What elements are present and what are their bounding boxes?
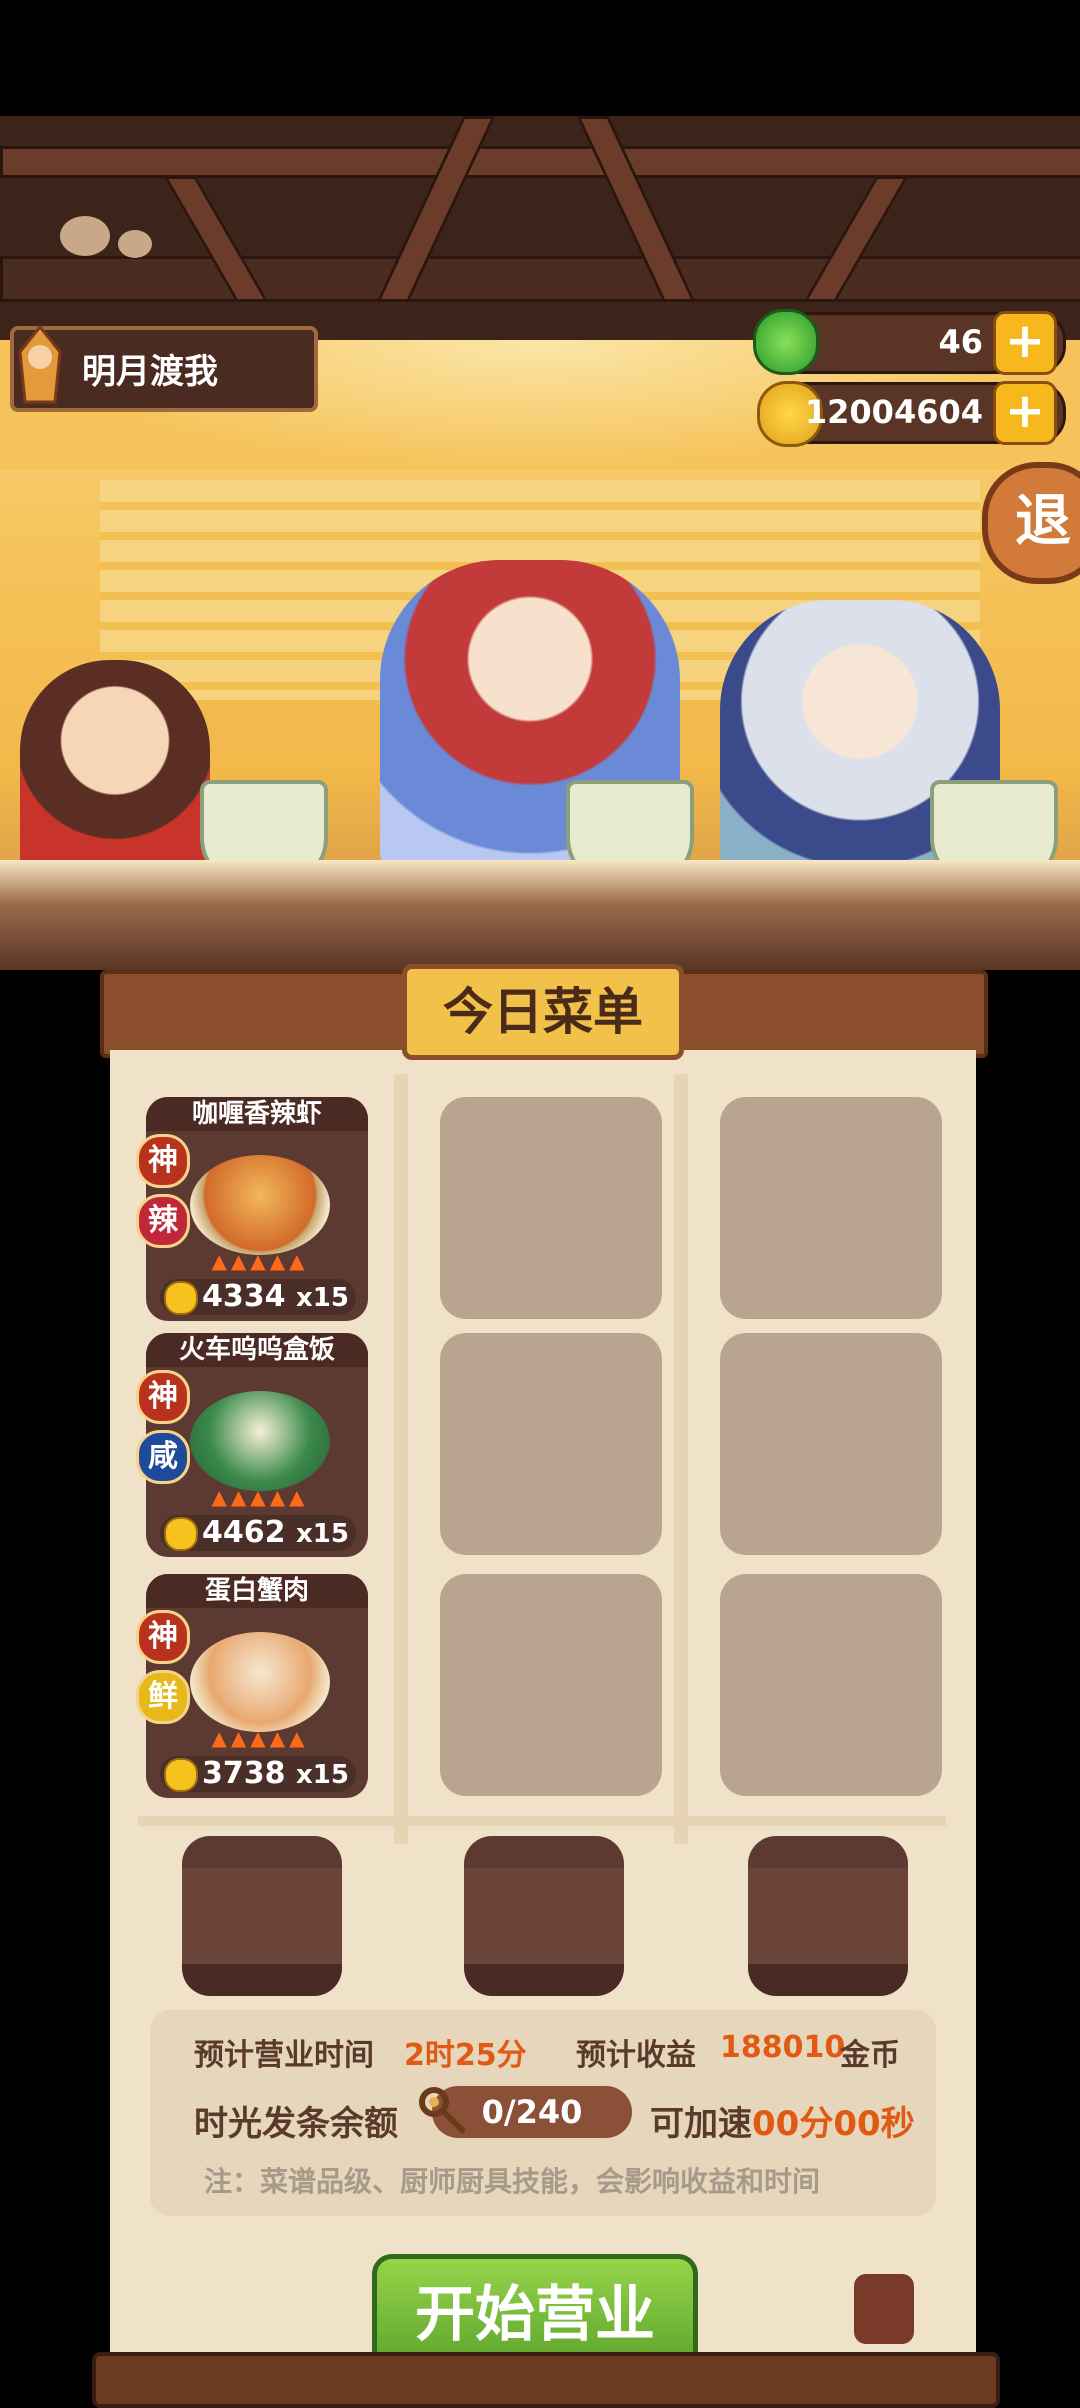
empty-dish-slot[interactable] xyxy=(720,1097,942,1319)
income-unit: 金币 xyxy=(840,2038,900,2073)
grade-badge: 神 xyxy=(136,1134,190,1188)
add-jade-button[interactable]: + xyxy=(993,311,1057,375)
dish-price: 4334 xyxy=(202,1279,286,1314)
note-text: 注：菜谱品级、厨师厨具技能，会影响收益和时间 xyxy=(204,2165,821,2198)
voucher-label: 时光发条余额 xyxy=(194,2104,398,2144)
dish-price: 4462 xyxy=(202,1515,286,1550)
jade-count: 46 xyxy=(938,323,983,361)
coin-icon xyxy=(164,1516,198,1551)
grade-badge: 神 xyxy=(136,1370,190,1424)
exit-button[interactable]: 退 xyxy=(982,462,1080,584)
dish-quantity: x15 xyxy=(295,1283,349,1313)
income-value: 188010 xyxy=(720,2030,846,2065)
empty-dish-slot[interactable] xyxy=(440,1097,662,1319)
flame-icon: ▲▲▲▲▲ xyxy=(211,1726,309,1750)
dish-price-bar: 4462 x15 xyxy=(160,1515,356,1551)
time-label: 预计营业时间 xyxy=(194,2038,374,2073)
chef-slot[interactable] xyxy=(182,1836,342,1996)
flavor-badge: 鲜 xyxy=(136,1670,190,1724)
dish-quantity: x15 xyxy=(295,1519,349,1549)
clockwork-value: 0/240 xyxy=(481,2093,583,2131)
dish-name: 咖喱香辣虾 xyxy=(146,1097,368,1131)
coin-icon xyxy=(164,1280,198,1315)
flavor-badge: 辣 xyxy=(136,1194,190,1248)
dish-image xyxy=(190,1155,330,1255)
speedup-value: 00分00秒 xyxy=(752,2104,915,2144)
menu-title: 今日菜单 xyxy=(402,964,684,1060)
income-label: 预计收益 xyxy=(576,2038,696,2073)
player-name: 明月渡我 xyxy=(82,352,218,392)
status-bar xyxy=(0,0,1080,116)
dish-name: 蛋白蟹肉 xyxy=(146,1574,368,1608)
dish-quantity: x15 xyxy=(295,1760,349,1790)
coin-resource-bar: 12004604 + xyxy=(757,381,1066,447)
chef-slot[interactable] xyxy=(748,1836,908,1996)
jade-icon xyxy=(753,309,819,375)
chef-character-left[interactable] xyxy=(20,660,210,890)
clockwork-balance[interactable]: 0/240 xyxy=(419,2086,632,2138)
add-coin-button[interactable]: + xyxy=(993,381,1057,445)
empty-dish-slot[interactable] xyxy=(720,1574,942,1796)
coin-icon xyxy=(164,1757,198,1792)
shop-counter xyxy=(0,860,1080,970)
flame-icon: ▲▲▲▲▲ xyxy=(211,1249,309,1273)
time-value: 2时25分 xyxy=(404,2038,527,2073)
grade-badge: 神 xyxy=(136,1610,190,1664)
dish-price-bar: 3738 x15 xyxy=(160,1756,356,1792)
empty-dish-slot[interactable] xyxy=(720,1333,942,1555)
empty-dish-slot[interactable] xyxy=(440,1574,662,1796)
flame-icon: ▲▲▲▲▲ xyxy=(211,1485,309,1509)
speedup-label: 可加速 xyxy=(650,2104,752,2144)
dish-price: 3738 xyxy=(202,1756,286,1791)
empty-dish-slot[interactable] xyxy=(440,1333,662,1555)
dish-image xyxy=(190,1391,330,1491)
clockwork-key-icon xyxy=(414,2080,474,2140)
dish-price-bar: 4334 x15 xyxy=(160,1279,356,1315)
player-avatar-icon xyxy=(10,322,70,412)
player-nameplate[interactable]: 明月渡我 xyxy=(10,324,318,412)
jade-resource-bar: 46 + xyxy=(753,309,1066,375)
utensil-jar-icon xyxy=(854,2274,914,2344)
coin-count: 12004604 xyxy=(804,393,983,431)
flavor-badge: 咸 xyxy=(136,1430,190,1484)
dish-image xyxy=(190,1632,330,1732)
chef-slot[interactable] xyxy=(464,1836,624,1996)
dish-name: 火车呜呜盒饭 xyxy=(146,1333,368,1367)
